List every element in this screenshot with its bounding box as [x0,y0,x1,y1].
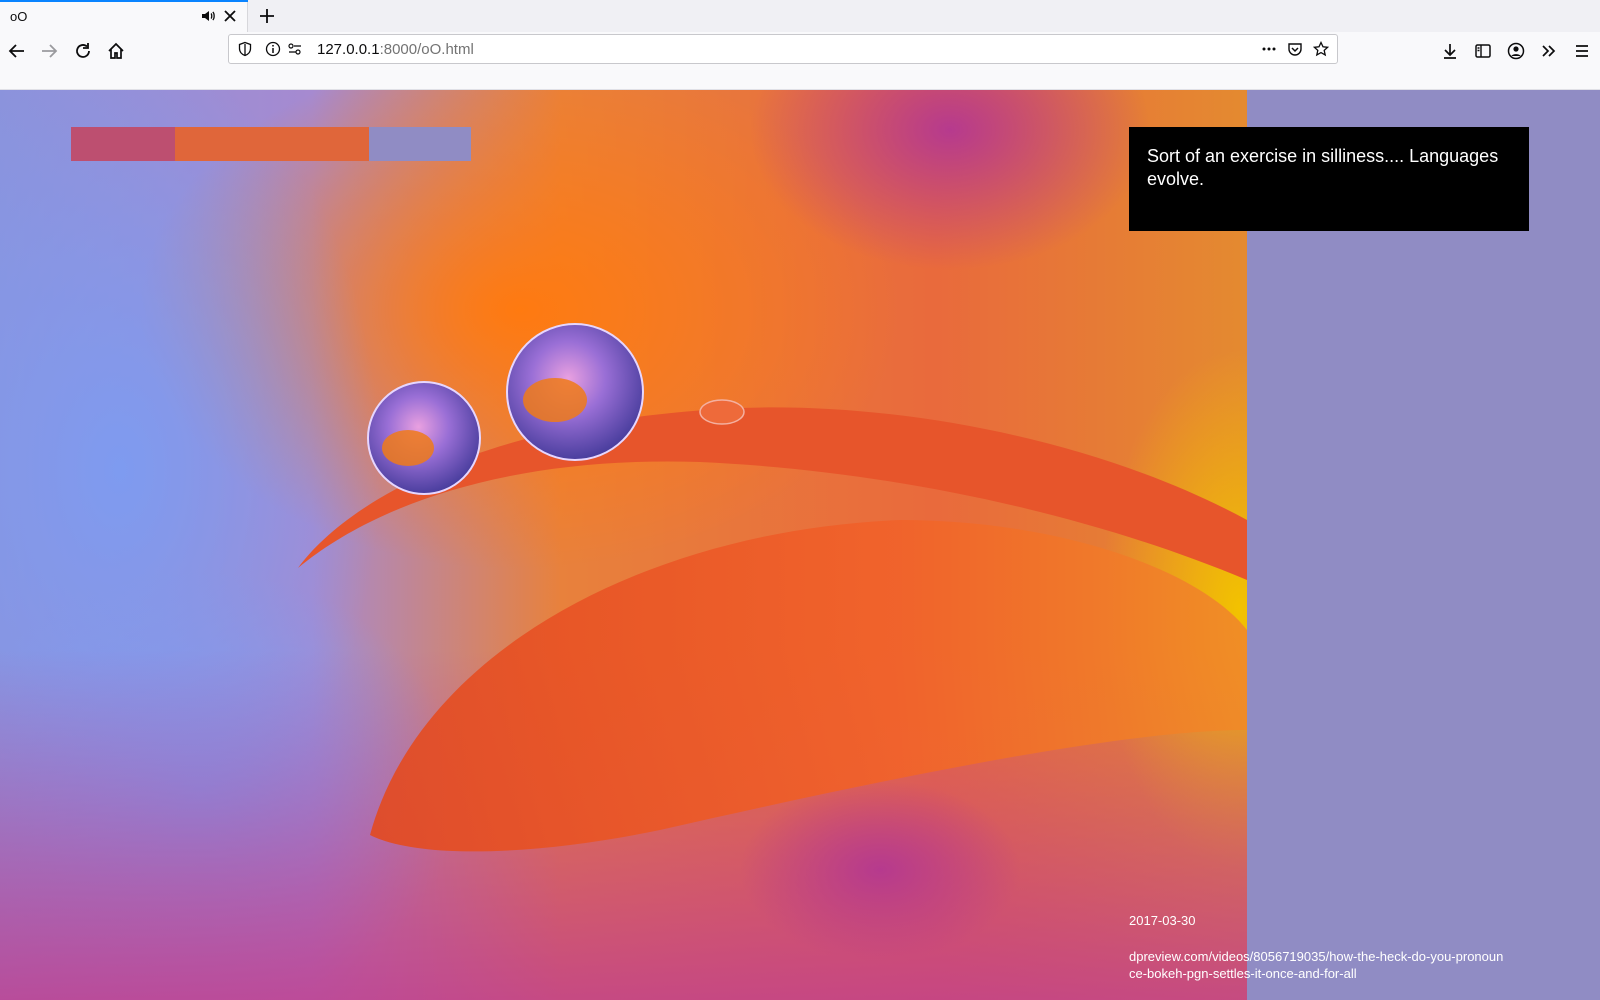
home-icon[interactable] [106,41,126,61]
color-palette [71,127,471,161]
url-bar[interactable]: 127.0.0.1:8000/oO.html [228,34,1338,64]
bokeh-photo-illustration [0,90,1247,1000]
back-arrow-icon[interactable] [7,41,27,61]
palette-swatch-3 [369,127,471,161]
tab-strip: oO [0,0,1600,32]
navigation-toolbar: 127.0.0.1:8000/oO.html [0,32,1600,90]
tracking-protection-shield-icon[interactable] [237,41,253,57]
speaker-icon[interactable] [200,8,216,24]
sidebar-icon[interactable] [1473,41,1493,61]
tab-accent-line [0,0,248,2]
downloads-icon[interactable] [1440,41,1460,61]
quote-text: Sort of an exercise in silliness.... Lan… [1147,146,1499,189]
plus-icon[interactable] [258,7,276,25]
url-path: :8000/oO.html [379,41,474,58]
account-icon[interactable] [1506,41,1526,61]
bookmark-star-icon[interactable] [1313,41,1329,57]
page-actions-more-icon[interactable] [1261,41,1277,57]
active-tab[interactable]: oO [0,0,248,32]
reload-icon[interactable] [73,41,93,61]
site-info-icon[interactable] [265,41,281,57]
source-link[interactable]: dpreview.com/videos/8056719035/how-the-h… [1129,948,1509,982]
permissions-icon[interactable] [287,41,303,57]
post-date: 2017-03-30 [1129,913,1196,928]
background-photo-drops-on-petal [0,90,1247,1000]
palette-swatch-2 [175,127,369,161]
hamburger-menu-icon[interactable] [1572,41,1592,61]
quote-box: Sort of an exercise in silliness.... Lan… [1129,127,1529,231]
tab-title: oO [10,9,28,24]
forward-arrow-icon[interactable] [39,41,59,61]
url-host: 127.0.0.1 [317,41,380,58]
overflow-chevron-icon[interactable] [1539,41,1559,61]
pocket-icon[interactable] [1287,41,1303,57]
palette-swatch-1 [71,127,175,161]
close-icon[interactable] [222,8,238,24]
page-viewport: Sort of an exercise in silliness.... Lan… [0,90,1600,1000]
url-text[interactable]: 127.0.0.1:8000/oO.html [317,41,474,58]
